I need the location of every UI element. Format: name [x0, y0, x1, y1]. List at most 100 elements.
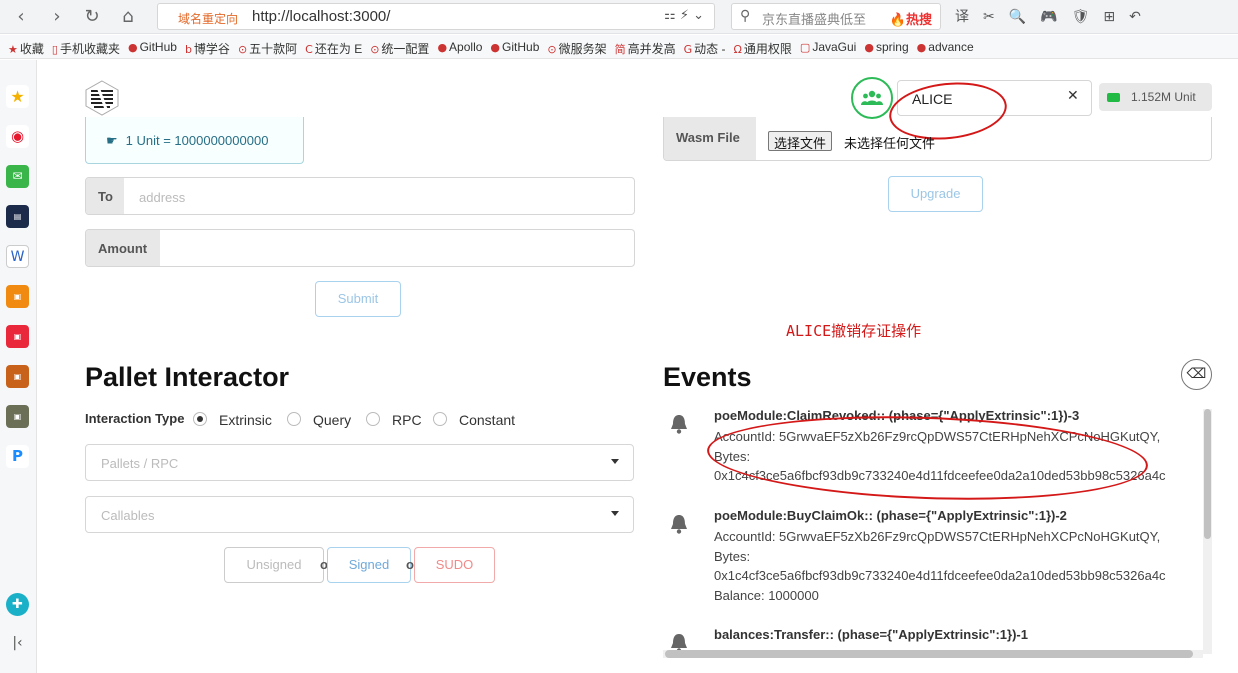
amount-field[interactable]: Amount	[85, 229, 635, 267]
balance-value: 1.152M Unit	[1131, 90, 1196, 104]
choose-file-button[interactable]: 选择文件	[768, 131, 833, 151]
toolbar-extensions-icon[interactable]: 译✂🔍🎮🛡⊞↶	[955, 6, 1155, 26]
radio-constant-label[interactable]: Constant	[459, 412, 515, 428]
event-detail-line: AccountId: 5GrwvaEF5zXb26Fz9rcQpDWS57CtE…	[714, 529, 1161, 544]
browser-sidebar: ★ ◉ ✉ ▤ W ▣ ▣ ▣ ▣ P ✚ |‹	[0, 60, 37, 673]
radio-rpc[interactable]	[366, 412, 380, 426]
forward-icon[interactable]: ›	[46, 6, 68, 28]
wasm-label: Wasm File	[664, 117, 756, 160]
radio-extrinsic[interactable]	[193, 412, 207, 426]
novel-icon[interactable]: ▣	[6, 285, 29, 308]
pallets-placeholder: Pallets / RPC	[101, 456, 179, 471]
unsigned-button[interactable]: Unsigned	[224, 547, 324, 583]
upgrade-button[interactable]: Upgrade	[888, 176, 983, 212]
redbook-icon[interactable]: ▣	[6, 325, 29, 348]
bookmark-item[interactable]: ● advance	[917, 40, 974, 54]
callables-dropdown[interactable]: Callables	[85, 496, 634, 533]
word-icon[interactable]: W	[6, 245, 29, 268]
bookmark-item[interactable]: C 还在为 E	[305, 40, 362, 57]
unit-info-text: 1 Unit = 1000000000000	[125, 133, 269, 148]
bookmark-item[interactable]: ▢ JavaGui	[800, 40, 856, 54]
bookmark-icon: ⊙	[370, 43, 380, 56]
eraser-icon[interactable]: ⌫	[1181, 359, 1212, 390]
bookmark-item[interactable]: ⊙ 五十款阿	[238, 40, 297, 57]
weibo-icon[interactable]: ◉	[6, 125, 29, 148]
bookmark-label: JavaGui	[812, 40, 857, 54]
bookmark-item[interactable]: ● spring	[864, 40, 908, 54]
substrate-logo-icon	[85, 80, 119, 116]
redirect-label: 域名重定向	[178, 12, 239, 26]
bookmark-label: GitHub	[139, 40, 177, 54]
radio-query-label[interactable]: Query	[313, 412, 351, 428]
bookmark-icon: ★	[8, 43, 18, 56]
bookmark-item[interactable]: ● GitHub	[490, 40, 539, 54]
scroll-thumb[interactable]	[665, 650, 1193, 658]
bookmark-item[interactable]: ⊙ 统一配置	[370, 40, 429, 57]
bookmark-item[interactable]: ★ 收藏	[8, 40, 44, 57]
pallets-dropdown[interactable]: Pallets / RPC	[85, 444, 634, 481]
bookmark-icon: ●	[437, 41, 448, 54]
news-icon[interactable]: ▤	[6, 205, 29, 228]
users-icon[interactable]	[851, 77, 893, 119]
bookmark-label: 高并发高	[627, 42, 676, 56]
bookmark-item[interactable]: b 博学谷	[185, 40, 230, 57]
radio-constant[interactable]	[433, 412, 447, 426]
callables-placeholder: Callables	[101, 508, 155, 523]
signed-button[interactable]: Signed	[327, 547, 411, 583]
search-icon: ⚲	[740, 8, 751, 24]
events-title: Events	[663, 362, 752, 392]
bookmark-icon: 简	[614, 43, 626, 56]
wasm-file-field: Wasm File 选择文件 未选择任何文件	[663, 117, 1212, 161]
money-icon	[1107, 93, 1120, 102]
events-horizontal-scrollbar[interactable]	[663, 650, 1203, 658]
favorites-icon[interactable]: ★	[6, 85, 29, 108]
to-placeholder[interactable]: address	[139, 190, 185, 205]
bookmark-item[interactable]: G 动态 -	[684, 40, 726, 57]
radio-rpc-label[interactable]: RPC	[392, 412, 422, 428]
back-icon[interactable]: ‹	[10, 6, 32, 28]
bookmark-item[interactable]: ● GitHub	[128, 40, 177, 54]
scroll-thumb[interactable]	[1204, 409, 1211, 539]
bookmark-item[interactable]: ⊙ 微服务架	[547, 40, 606, 57]
bookmark-item[interactable]: ● Apollo	[437, 40, 482, 54]
sudo-button[interactable]: SUDO	[414, 547, 495, 583]
collapse-sidebar-icon[interactable]: |‹	[6, 632, 29, 655]
to-field[interactable]: To address	[85, 177, 635, 215]
radio-query[interactable]	[287, 412, 301, 426]
bookmark-item[interactable]: ▯ 手机收藏夹	[52, 40, 120, 57]
dropdown-arrow-icon	[611, 459, 619, 464]
browser-toolbar: ‹ › ↻ ⌂ 域名重定向 http://localhost:3000/ ⚏ ⚡…	[0, 0, 1238, 34]
submit-button[interactable]: Submit	[315, 281, 401, 317]
amount-label: Amount	[86, 230, 160, 266]
events-vertical-scrollbar[interactable]	[1203, 409, 1212, 654]
home-icon[interactable]: ⌂	[117, 6, 139, 28]
mail-icon[interactable]: ✉	[6, 165, 29, 188]
bookmark-icon: C	[305, 43, 313, 56]
event-detail-line: Bytes:	[714, 548, 751, 564]
bookmark-label: GitHub	[502, 40, 540, 54]
bookmark-item[interactable]: Ω 通用权限	[734, 40, 792, 57]
bookmarks-bar: ★ 收藏 ▯ 手机收藏夹 ● GitHub b 博学谷 ⊙ 五十款阿 C 还在为 E ⊙ 统一配置 ● Apo…	[0, 35, 1238, 59]
bookmark-label: Apollo	[449, 40, 483, 54]
address-bar[interactable]: 域名重定向 http://localhost:3000/ ⚏ ⚡ ⌄	[157, 3, 715, 30]
hot-search-link[interactable]: 🔥热搜	[890, 9, 932, 28]
clear-account-icon[interactable]: ✕	[1067, 88, 1079, 104]
reload-icon[interactable]: ↻	[81, 6, 103, 28]
game-icon[interactable]: ▣	[6, 365, 29, 388]
pointing-hand-icon: ☛	[106, 134, 118, 149]
pubg-icon[interactable]: ▣	[6, 405, 29, 428]
balance-badge: 1.152M Unit	[1099, 83, 1212, 111]
search-box[interactable]: ⚲ 京东直播盛典低至 🔥热搜	[731, 3, 941, 30]
pinduo-icon[interactable]: P	[6, 445, 29, 468]
bookmark-icon: ●	[490, 41, 501, 54]
app-center-icon[interactable]: ✚	[6, 593, 29, 616]
url-text[interactable]: http://localhost:3000/	[252, 8, 390, 25]
bookmark-label: spring	[875, 40, 909, 54]
radio-extrinsic-label[interactable]: Extrinsic	[219, 412, 272, 428]
event-detail-line: 0x1c4cf3ce5a6fbcf93db9c733240e4d11fdceef…	[714, 568, 1166, 583]
bookmark-icon: ●	[864, 41, 874, 54]
search-suggestion[interactable]: 京东直播盛典低至	[762, 9, 866, 28]
bookmark-item[interactable]: 简高并发高	[615, 40, 676, 57]
url-actions-icon[interactable]: ⚏ ⚡ ⌄	[664, 8, 704, 23]
bookmark-label: 博学谷	[193, 42, 230, 56]
